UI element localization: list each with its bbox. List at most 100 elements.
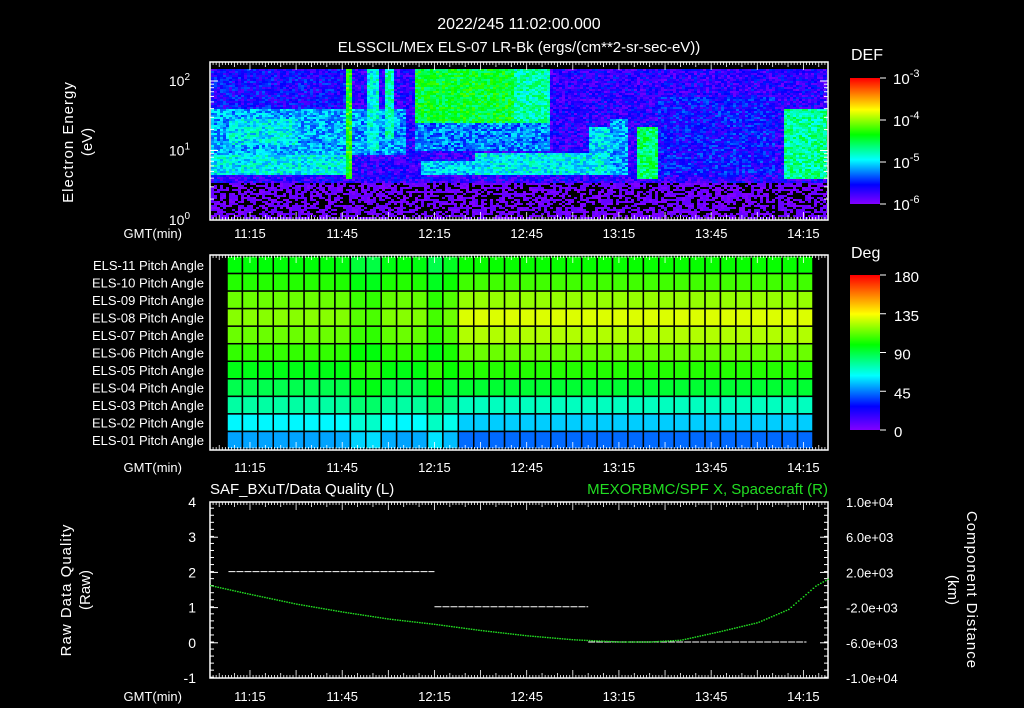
deg-colorbar-label: 135: [894, 308, 919, 325]
pitch-cell: [688, 342, 706, 363]
pitch-cell: [503, 413, 521, 433]
position-point: [667, 640, 670, 642]
position-point: [820, 582, 822, 585]
pitch-cell: [457, 255, 475, 275]
def-colorbar-label: 10-6: [893, 194, 919, 214]
pitch-cell: [781, 255, 799, 275]
position-point: [780, 611, 783, 614]
pitch-cell: [503, 272, 521, 292]
position-point: [546, 636, 549, 639]
pitch-cell: [673, 342, 691, 363]
pitch-cell: [642, 413, 660, 433]
position-point: [492, 631, 495, 633]
pitch-cell: [519, 395, 537, 415]
pitch-cell: [704, 290, 722, 310]
pitch-cell: [735, 307, 753, 327]
pitch-cell: [272, 290, 290, 310]
pitch-cell: [642, 342, 660, 363]
pitch-cell: [365, 272, 382, 292]
position-point: [421, 622, 424, 624]
pitch-cell: [750, 272, 768, 292]
position-point: [711, 632, 714, 635]
pitch-cell: [318, 325, 336, 345]
pitch-cell: [442, 430, 460, 450]
position-point: [652, 641, 655, 643]
pitch-cell: [241, 413, 259, 433]
pitch-cell: [426, 307, 444, 327]
position-point: [770, 616, 773, 618]
pitch-cell: [334, 395, 352, 415]
pitch-cell: [472, 360, 490, 380]
time-tick-label: 12:45: [510, 460, 543, 475]
position-point: [736, 626, 738, 629]
position-point: [409, 620, 411, 623]
pitch-cell: [658, 325, 675, 345]
pitch-cell: [365, 342, 382, 363]
plot-title: ELSSCIL/MEx ELS-07 LR-Bk (ergs/(cm**2-sr…: [338, 39, 701, 56]
pitch-cell: [226, 272, 244, 292]
plot-overlay: 2022/245 11:02:00.000 ELSSCIL/MEx ELS-07…: [58, 16, 980, 704]
pitch-cell: [411, 430, 429, 450]
position-point: [537, 636, 539, 638]
position-point: [414, 621, 416, 623]
position-point: [448, 625, 451, 627]
position-point: [751, 623, 753, 625]
pitch-angle-grid: [226, 255, 814, 450]
pitch-cell: [287, 395, 305, 415]
position-point: [586, 639, 588, 642]
pitch-cell: [627, 325, 645, 345]
position-point: [662, 640, 665, 642]
pitch-cell: [796, 413, 814, 433]
time-tick-label: 14:15: [787, 460, 820, 475]
position-point: [342, 611, 345, 613]
position-point: [222, 587, 224, 590]
position-point: [647, 641, 650, 643]
energy-axis-unit: (eV): [79, 128, 96, 156]
position-point: [362, 614, 365, 616]
quality-ytick-label: 0: [188, 635, 196, 651]
position-point: [697, 635, 699, 638]
pitch-cell: [673, 325, 691, 345]
position-point: [502, 632, 505, 634]
pitch-cell: [719, 290, 737, 310]
pitch-cell: [673, 430, 691, 450]
pitch-cell: [395, 307, 413, 327]
position-point: [716, 631, 719, 633]
position-point: [305, 605, 308, 607]
pitch-cell: [472, 255, 490, 275]
pitch-cell: [673, 413, 691, 433]
quality-ytick-label: 3: [188, 529, 196, 545]
pitch-cell: [442, 272, 460, 292]
position-point: [554, 637, 556, 639]
pitch-cell: [658, 413, 675, 433]
position-point: [426, 622, 429, 625]
position-point: [578, 639, 581, 641]
position-point: [618, 641, 620, 643]
pitch-cell: [580, 272, 598, 292]
pitch-cell: [796, 360, 814, 380]
pitch-cell: [550, 325, 568, 345]
pitch-row-label: ELS-02 Pitch Angle: [92, 416, 204, 431]
pitch-cell: [719, 395, 737, 415]
position-point: [490, 630, 493, 633]
time-tick-label: 13:15: [603, 226, 636, 241]
position-point: [655, 640, 657, 643]
position-point: [760, 620, 763, 622]
pitch-cell: [226, 395, 244, 415]
pitch-cell: [411, 290, 429, 310]
position-point: [731, 628, 734, 630]
pitch-cell: [380, 378, 398, 398]
pitch-cell: [580, 395, 598, 415]
position-point: [308, 605, 310, 607]
pitch-cell: [519, 430, 537, 450]
position-point: [512, 633, 515, 635]
position-point: [775, 614, 778, 616]
position-point: [505, 632, 507, 635]
distance-ytick-label: 1.0e+04: [846, 495, 893, 510]
pitch-cell: [457, 413, 475, 433]
position-point: [601, 640, 603, 642]
position-point: [682, 639, 684, 641]
position-point: [591, 639, 593, 642]
position-point: [534, 635, 537, 638]
position-point: [212, 585, 215, 587]
